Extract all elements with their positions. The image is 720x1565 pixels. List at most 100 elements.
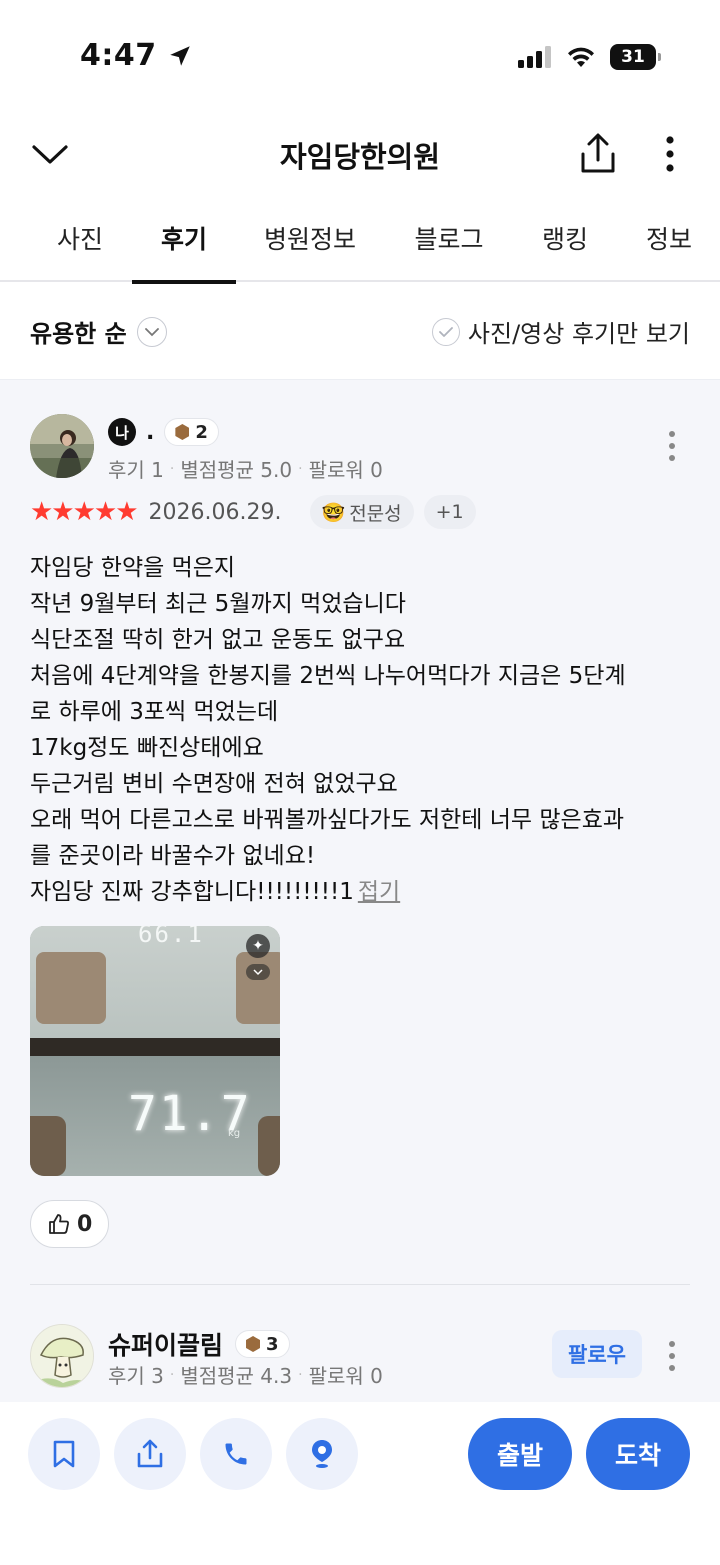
sort-dropdown[interactable]: 유용한 순 (30, 314, 167, 349)
battery-icon: 31 (610, 44, 661, 70)
photo-only-label: 사진/영상 후기만 보기 (467, 320, 690, 348)
share-icon[interactable] (578, 132, 618, 176)
review-count: 후기 1 (108, 458, 164, 482)
status-bar: 4:47 31 (0, 0, 720, 110)
tag-label: 전문성 (349, 502, 402, 525)
location-arrow-icon (169, 45, 190, 66)
tab-hospital-info[interactable]: 병원정보 (262, 220, 358, 282)
status-time: 4:47 (80, 38, 193, 73)
follower-count: 팔로워 0 (308, 1364, 383, 1388)
review-line: 로 하루에 3포씩 먹었는데 (30, 699, 279, 725)
review-line: 처음에 4단계약을 한봉지를 2번씩 나누어먹다가 지금은 5단계 (30, 663, 626, 689)
avatar[interactable] (30, 1324, 94, 1388)
sort-bar: 유용한 순 사진/영상 후기만 보기 (0, 284, 720, 380)
chevron-down-icon[interactable] (246, 964, 270, 980)
more-vertical-icon[interactable] (660, 1338, 684, 1374)
phone-icon (225, 1443, 247, 1465)
level-number: 3 (266, 1333, 279, 1355)
rating-row: ★★★★★ 2026.06.29. 🤓 전문성 +1 (30, 494, 476, 530)
bookmark-button[interactable] (28, 1418, 100, 1490)
follower-count: 팔로워 0 (308, 458, 383, 482)
like-count: 0 (77, 1211, 93, 1237)
nerd-face-icon: 🤓 (321, 501, 346, 524)
average-rating: 별점평균 4.3 (180, 1364, 293, 1388)
author-stats: 후기 1 · 별점평균 5.0 · 팔로워 0 (108, 454, 383, 483)
scale-gap (30, 1038, 280, 1056)
review-line: 17kg정도 빠진상태에요 (30, 735, 264, 761)
follow-button[interactable]: 팔로우 (552, 1330, 642, 1378)
level-hexagon-icon (175, 424, 190, 440)
like-button[interactable]: 0 (30, 1200, 110, 1248)
review-divider (30, 1284, 690, 1285)
separator-dot: · (298, 460, 303, 477)
author-name: . (146, 419, 155, 445)
separator-dot: · (169, 1366, 175, 1383)
more-tags-count: +1 (435, 501, 464, 523)
avatar-photo (30, 414, 94, 478)
separator-dot: · (298, 1366, 303, 1383)
checkmark-icon (431, 317, 460, 346)
map-pin-button[interactable] (286, 1418, 358, 1490)
tag-chip[interactable]: 🤓 전문성 (309, 495, 414, 529)
level-hexagon-icon (246, 1336, 261, 1352)
review-list: 나 . 2 후기 1 · 별점평균 5.0 · 팔로워 0 ★★★★★ 2026… (0, 380, 720, 1410)
tab-blog[interactable]: 블로그 (412, 220, 486, 282)
scale-pad (258, 1116, 280, 1176)
battery-level: 31 (621, 47, 645, 67)
review-photo[interactable]: 66.1 71.7 kg ✦ (30, 926, 280, 1176)
tab-ranking[interactable]: 랭킹 (540, 220, 590, 282)
review-date: 2026.06.29. (148, 499, 282, 525)
tab-bar: 사진 후기 병원정보 블로그 랭킹 정보 (0, 196, 720, 284)
tab-photos[interactable]: 사진 (56, 220, 104, 282)
status-time-text: 4:47 (80, 38, 157, 73)
author-initial-badge: 나 (108, 418, 136, 446)
scale-top-reading: 66.1 (138, 926, 204, 948)
average-rating: 별점평균 5.0 (180, 458, 293, 482)
review-count: 후기 3 (108, 1364, 164, 1388)
scale-pad (36, 952, 106, 1024)
review-line: 오래 먹어 다른고스로 바꿔볼까싶다가도 저한테 너무 많은효과 (30, 807, 625, 833)
tab-info[interactable]: 정보 (644, 220, 694, 282)
review-line: 를 준곳이라 바꿀수가 없네요! (30, 843, 316, 869)
status-indicators: 31 (518, 44, 661, 70)
review-text: 자임당 한약을 먹은지 작년 9월부터 최근 5월까지 먹었습니다 식단조절 딱… (30, 550, 690, 910)
author-stats: 후기 3 · 별점평균 4.3 · 팔로워 0 (108, 1360, 383, 1389)
scale-unit: kg (228, 1128, 241, 1139)
map-pin-icon (312, 1440, 332, 1468)
review-line: 자임당 진짜 강추합니다!!!!!!!!!1 (30, 879, 354, 905)
review-author[interactable]: 슈퍼이끌림 3 (108, 1326, 290, 1362)
review-line: 식단조절 딱히 한거 없고 운동도 없구요 (30, 627, 406, 653)
share-icon (137, 1439, 163, 1468)
photo-only-toggle[interactable]: 사진/영상 후기만 보기 (431, 314, 690, 349)
review-author[interactable]: 나 . 2 (108, 418, 219, 446)
arrive-button[interactable]: 도착 (586, 1418, 690, 1490)
bookmark-icon (53, 1440, 75, 1468)
scale-pad (30, 1116, 66, 1176)
tab-reviews[interactable]: 후기 (132, 220, 236, 284)
scale-pad (236, 952, 280, 1024)
share-button[interactable] (114, 1418, 186, 1490)
sparkle-icon[interactable]: ✦ (246, 934, 270, 958)
review-line: 두근거림 변비 수면장애 전혀 없었구요 (30, 771, 398, 797)
more-vertical-icon[interactable] (652, 132, 688, 176)
avatar[interactable] (30, 414, 94, 478)
star-rating: ★★★★★ (30, 497, 139, 527)
level-badge: 3 (235, 1330, 290, 1358)
thumbs-up-icon (49, 1214, 69, 1234)
separator-dot: · (169, 460, 175, 477)
call-button[interactable] (200, 1418, 272, 1490)
depart-button[interactable]: 출발 (468, 1418, 572, 1490)
more-tags-chip[interactable]: +1 (423, 495, 476, 529)
signal-icon (518, 46, 551, 68)
more-vertical-icon[interactable] (660, 428, 684, 464)
review-line: 자임당 한약을 먹은지 (30, 555, 236, 581)
review-line: 작년 9월부터 최근 5월까지 먹었습니다 (30, 591, 406, 617)
level-badge: 2 (164, 418, 219, 446)
fold-link[interactable]: 접기 (358, 879, 400, 905)
author-name: 슈퍼이끌림 (108, 1331, 224, 1360)
sort-dropdown-label: 유용한 순 (30, 320, 127, 348)
bottom-action-bar: 출발 도착 (0, 1402, 720, 1565)
top-header: 자임당한의원 (0, 112, 720, 196)
wifi-icon (568, 47, 594, 67)
review-last-line: 자임당 진짜 강추합니다!!!!!!!!!1 접기 (30, 874, 690, 910)
